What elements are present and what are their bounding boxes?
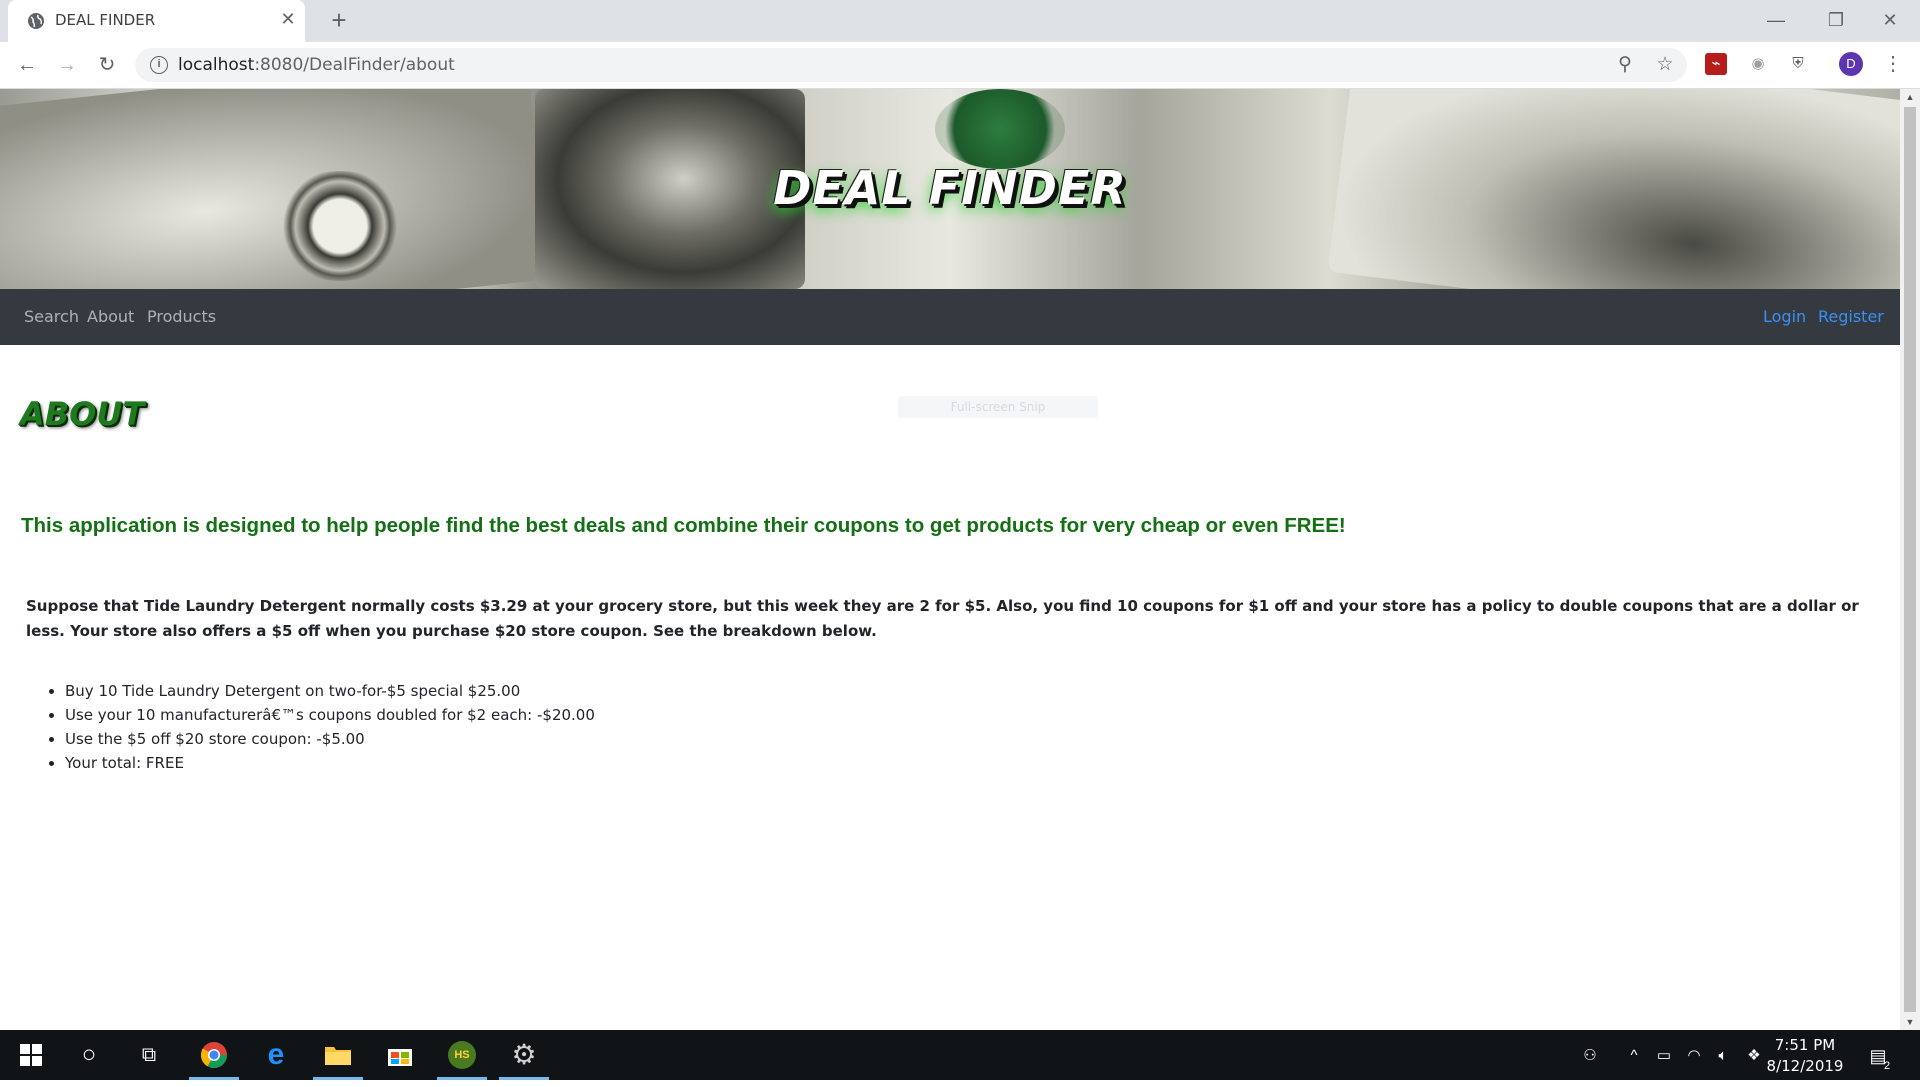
taskbar-clock[interactable]: 7:51 PM 8/12/2019 — [1762, 1035, 1848, 1077]
new-tab-button[interactable]: + — [325, 6, 353, 34]
browser-toolbar: ← → ↻ i localhost:8080/DealFinder/about … — [0, 42, 1920, 89]
page-title: ABOUT — [20, 395, 145, 433]
url-path: :8080/DealFinder/about — [254, 55, 455, 75]
list-item: Use the $5 off $20 store coupon: -$5.00 — [65, 727, 595, 751]
info-icon[interactable]: i — [150, 56, 168, 74]
tab-strip: DEAL FINDER ✕ + — ❐ ✕ — [0, 0, 1920, 42]
treasury-seal-graphic — [935, 89, 1065, 169]
volume-icon[interactable]: 🔈︎ — [1711, 1045, 1735, 1067]
acrobat-extension-icon[interactable]: ⌁ — [1705, 53, 1727, 75]
shield-extension-icon[interactable]: ⛨ — [1785, 51, 1811, 77]
settings-gear-taskbar-icon[interactable]: ⚙ — [493, 1030, 555, 1080]
close-tab-icon[interactable]: ✕ — [278, 9, 298, 29]
extension-icon[interactable]: ◉ — [1745, 51, 1771, 77]
hs-app-taskbar-icon[interactable]: HS — [431, 1030, 493, 1080]
login-link[interactable]: Login — [1763, 307, 1806, 326]
page-viewport: DEAL FINDER Search About Products Login … — [0, 89, 1900, 1030]
browser-tab[interactable]: DEAL FINDER ✕ — [8, 0, 305, 42]
scroll-thumb[interactable] — [1904, 107, 1916, 1012]
windows-taskbar: ○ ⧉ e HS ⚙ ⚇ ^ ▭ ◠ 🔈︎ ❖ 7:51 PM 8/12/201… — [0, 1030, 1920, 1080]
list-item: Use your 10 manufacturerâ€™s coupons dou… — [65, 703, 595, 727]
site-navbar: Search About Products Login Register — [0, 289, 1900, 345]
hs-logo-icon: HS — [448, 1041, 476, 1069]
tab-title: DEAL FINDER — [55, 11, 156, 29]
list-item: Buy 10 Tide Laundry Detergent on two-for… — [65, 679, 595, 703]
chrome-taskbar-icon[interactable] — [183, 1030, 245, 1080]
scenario-paragraph: Suppose that Tide Laundry Detergent norm… — [26, 597, 1859, 640]
profile-avatar[interactable]: D — [1839, 52, 1863, 76]
page-scrollbar[interactable]: ▲ ▼ — [1900, 89, 1920, 1030]
nav-products-link[interactable]: Products — [147, 307, 216, 326]
zoom-icon[interactable]: ⚲ — [1613, 53, 1637, 77]
globe-icon — [28, 13, 44, 29]
restore-icon[interactable]: ❐ — [1806, 0, 1866, 42]
url-host: localhost — [178, 55, 255, 75]
edge-taskbar-icon[interactable]: e — [245, 1030, 307, 1080]
clock-date: 8/12/2019 — [1766, 1057, 1844, 1075]
site-banner-title: DEAL FINDER — [773, 161, 1127, 215]
register-link[interactable]: Register — [1818, 307, 1884, 326]
back-icon[interactable]: ← — [12, 50, 42, 80]
task-view-icon[interactable]: ⧉ — [118, 1030, 180, 1080]
file-explorer-taskbar-icon[interactable] — [307, 1030, 369, 1080]
battery-icon[interactable]: ▭ — [1652, 1045, 1676, 1067]
url-text[interactable]: localhost:8080/DealFinder/about — [178, 55, 455, 75]
close-window-icon[interactable]: ✕ — [1860, 0, 1920, 42]
bookmark-star-icon[interactable]: ☆ — [1653, 53, 1677, 77]
forward-icon[interactable]: → — [52, 50, 82, 80]
show-hidden-icons-chevron-icon[interactable]: ^ — [1622, 1045, 1646, 1067]
reload-icon[interactable]: ↻ — [92, 50, 122, 80]
scroll-down-icon[interactable]: ▼ — [1900, 1014, 1920, 1030]
list-item: Your total: FREE — [65, 751, 595, 775]
chrome-logo-icon — [200, 1042, 228, 1069]
wifi-icon[interactable]: ◠ — [1682, 1045, 1706, 1067]
menu-kebab-icon[interactable]: ⋮ — [1880, 51, 1906, 77]
clock-time: 7:51 PM — [1774, 1036, 1836, 1054]
lead-paragraph: This application is designed to help peo… — [21, 514, 1346, 537]
people-icon[interactable]: ⚇ — [1578, 1045, 1602, 1067]
breakdown-list: Buy 10 Tide Laundry Detergent on two-for… — [26, 679, 595, 775]
shopping-bag-icon — [388, 1049, 412, 1066]
nav-search-link[interactable]: Search — [24, 307, 79, 326]
address-bar[interactable]: i localhost:8080/DealFinder/about ⚲ ☆ — [135, 48, 1687, 82]
nav-about-link[interactable]: About — [87, 307, 134, 326]
scroll-up-icon[interactable]: ▲ — [1900, 89, 1920, 105]
snip-overlay-label: Full-screen Snip — [898, 396, 1098, 418]
dollar-banner: DEAL FINDER — [0, 89, 1900, 289]
windows-logo-icon — [20, 1044, 42, 1066]
cortana-search-icon[interactable]: ○ — [58, 1030, 120, 1080]
windows-start-icon[interactable] — [0, 1030, 62, 1080]
store-taskbar-icon[interactable] — [369, 1030, 431, 1080]
notification-count-badge: 2 — [1884, 1060, 1891, 1072]
minimize-icon[interactable]: — — [1746, 0, 1806, 42]
folder-icon — [325, 1047, 351, 1065]
